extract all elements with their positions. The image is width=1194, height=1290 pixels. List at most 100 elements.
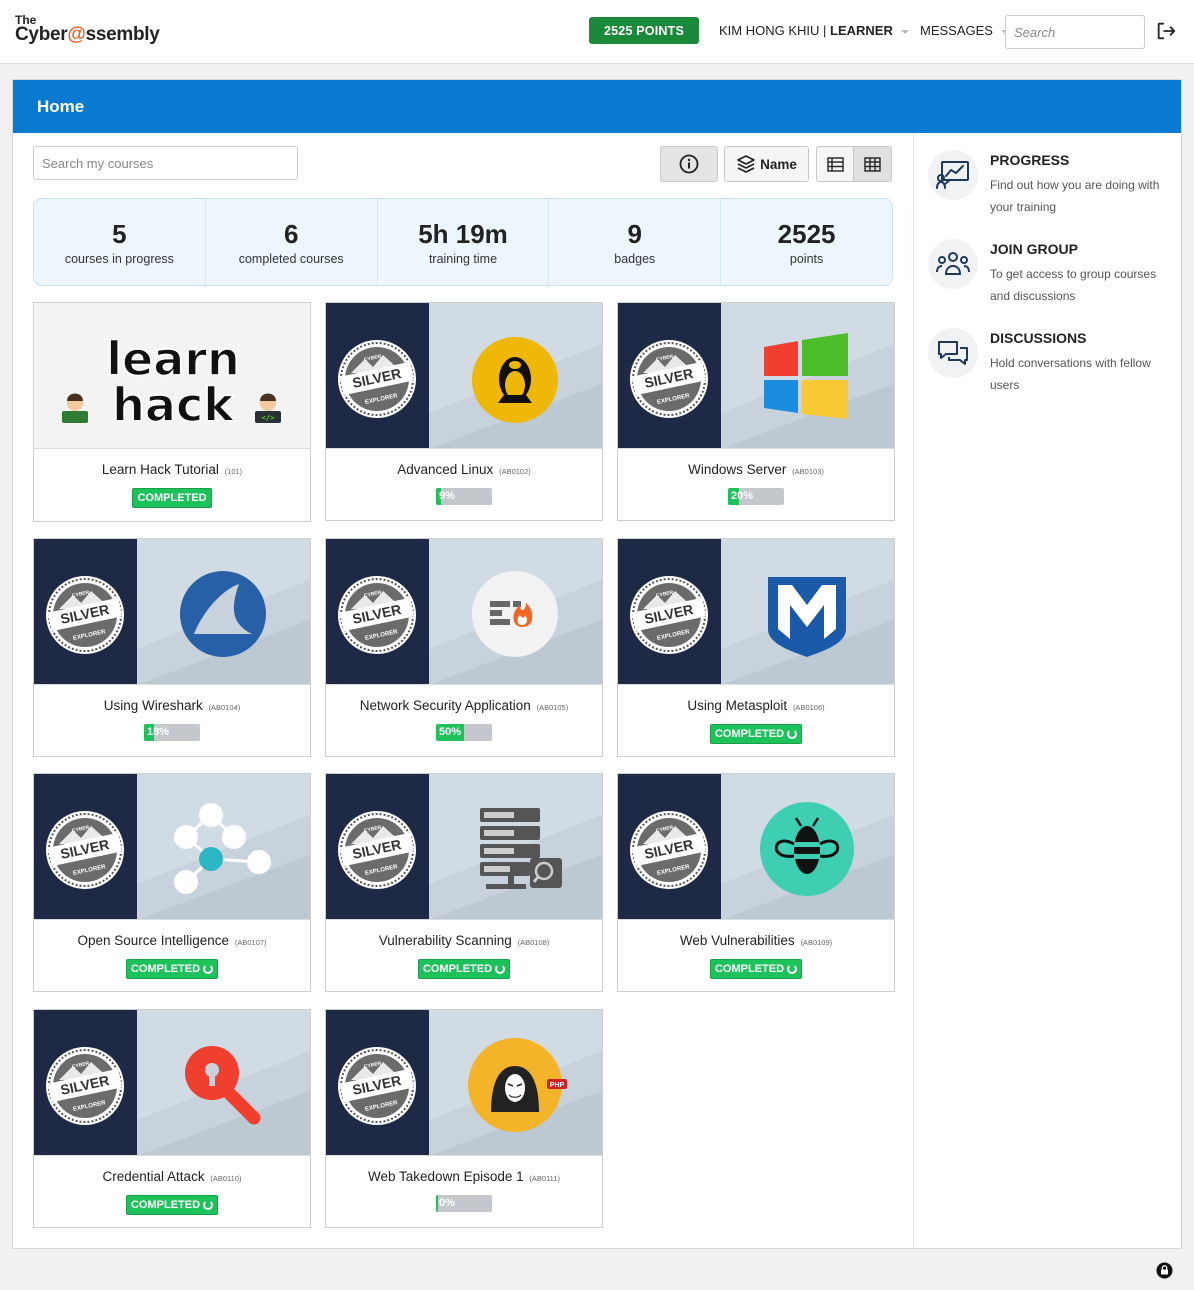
chat-bubbles-icon	[928, 328, 978, 378]
course-card[interactable]: SILVER CYBER EXPLORER Network Security Appl…	[325, 538, 603, 757]
grid-view-button[interactable]	[853, 146, 892, 182]
course-card[interactable]: SILVER CYBER EXPLORER PHP Web Takedown Episo…	[325, 1009, 603, 1228]
grid-icon	[864, 156, 881, 172]
course-card[interactable]: SILVER CYBER EXPLORER Using Metasploit (AB0…	[617, 538, 895, 757]
cyber-assembly-logo[interactable]: The Cyber@ssembly	[15, 14, 160, 44]
course-card[interactable]: SILVER CYBER EXPLORER Credential Attack (AB…	[33, 1009, 311, 1228]
user-name: KIM HONG KHIU	[719, 23, 820, 38]
course-cover-image[interactable]: SILVER CYBER EXPLORER	[326, 774, 602, 920]
course-cover-image[interactable]: SILVER CYBER EXPLORER	[326, 303, 602, 449]
course-cover-image[interactable]: SILVER CYBER EXPLORER	[326, 539, 602, 685]
course-title[interactable]: Learn Hack Tutorial (101)	[34, 462, 310, 477]
course-status: COMPLETED	[34, 488, 310, 508]
sort-button[interactable]: Name	[724, 146, 809, 182]
layers-icon	[737, 155, 755, 173]
course-card[interactable]: SILVER CYBER EXPLORER Open Source Intellige…	[33, 773, 311, 992]
user-menu[interactable]: KIM HONG KHIU | LEARNER	[719, 23, 909, 38]
course-code: (AB0109)	[800, 938, 833, 947]
course-cover-bg: SILVERCYBEREXPLORER	[34, 774, 310, 919]
course-title[interactable]: Credential Attack (AB0110)	[34, 1169, 310, 1184]
course-title[interactable]: Network Security Application (AB0105)	[326, 698, 602, 713]
silver-badge-seal: SILVERCYBEREXPLORER	[630, 340, 708, 418]
course-card[interactable]: SILVER CYBER EXPLORER Web Vulnerabilities (…	[617, 773, 895, 992]
completed-badge: COMPLETED	[125, 1195, 219, 1215]
course-cover-image[interactable]: learn hack </>	[34, 303, 310, 449]
course-title[interactable]: Web Takedown Episode 1 (AB0111)	[326, 1169, 602, 1184]
course-status: COMPLETED	[326, 959, 602, 979]
course-title[interactable]: Using Wireshark (AB0104)	[34, 698, 310, 713]
course-card[interactable]: learn hack </> Learn Hack Tutorial (101) COM…	[33, 302, 311, 522]
home-panel: Home Name 5courses in progress 6complete…	[12, 79, 1182, 1249]
silver-badge-seal: SILVERCYBEREXPLORER	[46, 576, 124, 654]
refresh-icon	[787, 964, 798, 974]
refresh-icon	[203, 1200, 214, 1210]
course-title[interactable]: Windows Server (AB0103)	[618, 462, 894, 477]
user-role: LEARNER	[830, 23, 893, 38]
progress-chart-icon	[928, 150, 978, 200]
top-navbar: The Cyber@ssembly 2525 POINTS KIM HONG K…	[0, 0, 1194, 64]
completed-badge: COMPLETED	[709, 724, 803, 744]
course-status: 9%	[326, 488, 602, 508]
course-title[interactable]: Vulnerability Scanning (AB0108)	[326, 933, 602, 948]
progress-bar: 20%	[728, 488, 784, 506]
course-cover-image[interactable]: SILVER CYBER EXPLORER	[618, 303, 894, 449]
silver-badge-seal: SILVERCYBEREXPLORER	[338, 576, 416, 654]
info-button[interactable]	[660, 146, 718, 182]
global-search-input[interactable]	[1005, 15, 1145, 49]
course-card[interactable]: SILVER CYBER EXPLORER Vulnerability Scannin…	[325, 773, 603, 992]
silver-badge-seal: SILVERCYBEREXPLORER	[46, 811, 124, 889]
course-cover-bg: SILVERCYBEREXPLORER	[618, 774, 894, 919]
course-card[interactable]: SILVER CYBER EXPLORER Advanced Linux (AB010…	[325, 302, 603, 521]
silver-badge-seal: SILVERCYBEREXPLORER	[338, 340, 416, 418]
list-view-button[interactable]	[816, 146, 854, 182]
course-code: (AB0105)	[536, 703, 569, 712]
stat-courses-in-progress: 5 courses in progress	[34, 199, 206, 285]
progress-bar: 9%	[436, 488, 492, 506]
course-status: 18%	[34, 724, 310, 744]
refresh-icon	[787, 729, 798, 739]
course-code: (AB0111)	[529, 1174, 560, 1183]
course-title[interactable]: Open Source Intelligence (AB0107)	[34, 933, 310, 948]
silver-badge-seal: SILVERCYBEREXPLORER	[46, 1047, 124, 1125]
course-code: (AB0104)	[208, 703, 241, 712]
course-status: COMPLETED	[618, 724, 894, 744]
course-card[interactable]: SILVER CYBER EXPLORER Windows Server (AB010…	[617, 302, 895, 521]
logout-icon[interactable]	[1155, 20, 1177, 42]
course-cover-image[interactable]: SILVER CYBER EXPLORER	[618, 539, 894, 685]
course-status: COMPLETED	[34, 1195, 310, 1215]
course-title[interactable]: Advanced Linux (AB0102)	[326, 462, 602, 477]
course-cover-image[interactable]: SILVER CYBER EXPLORER	[34, 1010, 310, 1156]
windows-logo-icon	[764, 333, 848, 419]
points-button[interactable]: 2525 POINTS	[589, 17, 699, 44]
course-code: (AB0106)	[792, 703, 825, 712]
silver-badge-seal: SILVERCYBEREXPLORER	[630, 576, 708, 654]
page-title: Home	[13, 80, 1181, 133]
course-code: (AB0108)	[517, 938, 550, 947]
course-cover-image[interactable]: SILVER CYBER EXPLORER	[34, 774, 310, 920]
course-cover-bg: SILVERCYBEREXPLORER	[34, 539, 310, 684]
stat-points: 2525 points	[777, 219, 836, 266]
lock-icon[interactable]	[1156, 1262, 1173, 1279]
completed-badge: COMPLETED	[709, 959, 803, 979]
course-status: 20%	[618, 488, 894, 508]
course-cover-image[interactable]: SILVER CYBER EXPLORER PHP	[326, 1010, 602, 1156]
course-code: (AB0110)	[210, 1174, 242, 1183]
course-search-input[interactable]	[33, 146, 298, 180]
course-title[interactable]: Web Vulnerabilities (AB0109)	[618, 933, 894, 948]
info-icon	[679, 154, 699, 174]
course-status: COMPLETED	[618, 959, 894, 979]
course-title[interactable]: Using Metasploit (AB0106)	[618, 698, 894, 713]
linux-tux-icon	[472, 337, 558, 423]
course-status: 0%	[326, 1195, 602, 1215]
chevron-down-icon	[900, 29, 909, 34]
stat-badges: 9 badges	[549, 199, 722, 285]
course-cover-image[interactable]: SILVER CYBER EXPLORER	[618, 774, 894, 920]
course-code: (AB0102)	[499, 467, 531, 476]
completed-badge: COMPLETED	[132, 488, 212, 508]
progress-bar: 50%	[436, 724, 492, 742]
messages-menu[interactable]: MESSAGES	[920, 23, 1009, 38]
progress-bar: 0%	[436, 1195, 492, 1213]
course-card[interactable]: SILVER CYBER EXPLORER Using Wireshark (AB01…	[33, 538, 311, 757]
course-cover-image[interactable]: SILVER CYBER EXPLORER	[34, 539, 310, 685]
progress-bar: 18%	[144, 724, 200, 742]
